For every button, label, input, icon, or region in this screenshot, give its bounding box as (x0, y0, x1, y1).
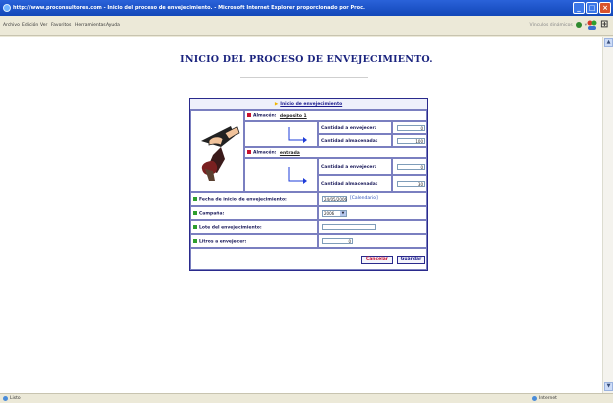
menu-ayuda[interactable]: Ayuda (106, 23, 120, 28)
status-zone: Internet (532, 396, 557, 401)
entrada-arrow-cell (244, 158, 318, 192)
dep-cant-env-label-cell: Cantidad a envejecer: (318, 121, 392, 134)
form-header[interactable]: ▶ Inicio de envejecimiento (190, 99, 427, 110)
chevron-down-icon: ▼ (340, 211, 346, 216)
page-icon (3, 396, 8, 401)
internet-zone-icon (532, 396, 537, 401)
scroll-up-button[interactable]: ▲ (604, 38, 613, 47)
lote-input-cell (318, 220, 427, 234)
arrow-right-icon: ▶ (274, 102, 279, 107)
campana-select[interactable]: 2006 ▼ (322, 210, 347, 217)
cantidad-almacenada-label: Cantidad almacenada: (321, 139, 378, 144)
browser-window: http://www.proconsultores.com - Inicio d… (0, 0, 613, 403)
vertical-scrollbar[interactable]: ▲ ▼ (602, 37, 613, 393)
entrada-cantidad-almacenada-input[interactable]: 30 (397, 181, 425, 187)
links-label: Vínculos dinámicos (529, 22, 573, 28)
menu-bar: Archivo Edición Ver Favoritos Herramient… (0, 16, 613, 36)
status-bar: Listo Internet (0, 393, 613, 403)
menu-herramientas[interactable]: Herramientas (75, 23, 106, 28)
status-left: Listo (3, 396, 21, 401)
buttons-row: Cancelar Guardar (190, 248, 427, 270)
corner-arrow-icon (288, 167, 307, 184)
dep-cant-env-input-cell: 0 (392, 121, 427, 134)
litros-label-cell: Litros a envejecer: (190, 234, 318, 248)
deposito-link[interactable]: deposito 1 (280, 114, 307, 119)
maximize-button[interactable]: □ (586, 2, 598, 14)
title-bar: http://www.proconsultores.com - Inicio d… (0, 0, 613, 16)
ent-cant-alm-label-cell: Cantidad almacenada: (318, 175, 392, 192)
red-bullet-icon (247, 113, 251, 117)
ent-cant-env-label-cell: Cantidad a envejecer: (318, 158, 392, 175)
header-link[interactable]: Inicio de envejecimiento (280, 102, 342, 107)
ent-cant-env-input-cell: 0 (392, 158, 427, 175)
lote-label-cell: Lote del envejecimiento: (190, 220, 318, 234)
almacen-deposito-row: Almacén: deposito 1 (244, 110, 427, 121)
links-area[interactable]: Vínculos dinámicos ▾ (530, 22, 587, 28)
fecha-input[interactable]: 24/05/2006 (322, 196, 347, 202)
campana-select-value: 2006 (324, 211, 335, 216)
page-title: INICIO DEL PROCESO DE ENVEJECIMIENTO. (180, 54, 433, 65)
links-icon (575, 22, 582, 28)
deposito-cantidad-almacenada-input[interactable]: 100 (397, 138, 425, 144)
menu-edicion[interactable]: Edición (22, 23, 38, 28)
menu-favoritos[interactable]: Favoritos (51, 23, 71, 28)
windows-flag-icon: ⊞ (600, 19, 609, 30)
campana-label: Campaña: (199, 211, 225, 217)
title-divider (240, 77, 368, 78)
entrada-link[interactable]: entrada (280, 151, 300, 156)
green-bullet-icon (193, 197, 197, 201)
calendar-link[interactable]: [Calendario] (350, 196, 378, 201)
wine-glass-hand-icon (201, 126, 240, 181)
lote-label: Lote del envejecimiento: (199, 225, 262, 231)
dep-cant-alm-input-cell: 100 (392, 134, 427, 147)
deposito-arrow-cell (244, 121, 318, 147)
campana-input-cell: 2006 ▼ (318, 206, 427, 220)
window-title: http://www.proconsultores.com - Inicio d… (13, 5, 365, 11)
litros-label: Litros a envejecer: (199, 239, 247, 245)
red-bullet-icon (247, 150, 251, 154)
status-text: Listo (10, 396, 21, 401)
cantidad-envejecer-label: Cantidad a envejecer: (321, 165, 377, 170)
window-controls: _ □ × (573, 2, 611, 14)
cantidad-almacenada-label: Cantidad almacenada: (321, 182, 378, 187)
internet-explorer-icon (3, 4, 11, 12)
almacen-label: Almacén: (253, 113, 277, 119)
minimize-button[interactable]: _ (573, 2, 585, 14)
aging-form: ▶ Inicio de envejecimiento Almacén: depos… (189, 98, 428, 271)
scroll-down-button[interactable]: ▼ (604, 382, 613, 391)
zone-text: Internet (539, 396, 557, 401)
close-button[interactable]: × (599, 2, 611, 14)
corner-arrow-icon (288, 127, 307, 143)
almacen-label: Almacén: (253, 150, 277, 156)
fecha-label: Fecha de inicio de envejecimiento: (199, 197, 287, 203)
save-button[interactable]: Guardar (397, 256, 425, 264)
menu-ver[interactable]: Ver (40, 23, 47, 28)
fecha-input-cell: 24/05/2006 [Calendario] (318, 192, 427, 206)
deposito-cantidad-envejecer-input[interactable]: 0 (397, 125, 425, 131)
almacen-entrada-row: Almacén: entrada (244, 147, 427, 158)
green-bullet-icon (193, 225, 197, 229)
fecha-label-cell: Fecha de inicio de envejecimiento: (190, 192, 318, 206)
ent-cant-alm-input-cell: 30 (392, 175, 427, 192)
cancel-button[interactable]: Cancelar (361, 256, 393, 264)
menu-archivo[interactable]: Archivo (3, 23, 20, 28)
image-cell (190, 110, 244, 192)
litros-input[interactable]: 0 (322, 238, 353, 244)
entrada-cantidad-envejecer-input[interactable]: 0 (397, 164, 425, 170)
litros-input-cell: 0 (318, 234, 427, 248)
messenger-icon[interactable] (587, 19, 597, 31)
green-bullet-icon (193, 211, 197, 215)
dep-cant-alm-label-cell: Cantidad almacenada: (318, 134, 392, 147)
campana-label-cell: Campaña: (190, 206, 318, 220)
green-bullet-icon (193, 239, 197, 243)
lote-input[interactable] (322, 224, 376, 230)
cantidad-envejecer-label: Cantidad a envejecer: (321, 126, 377, 131)
